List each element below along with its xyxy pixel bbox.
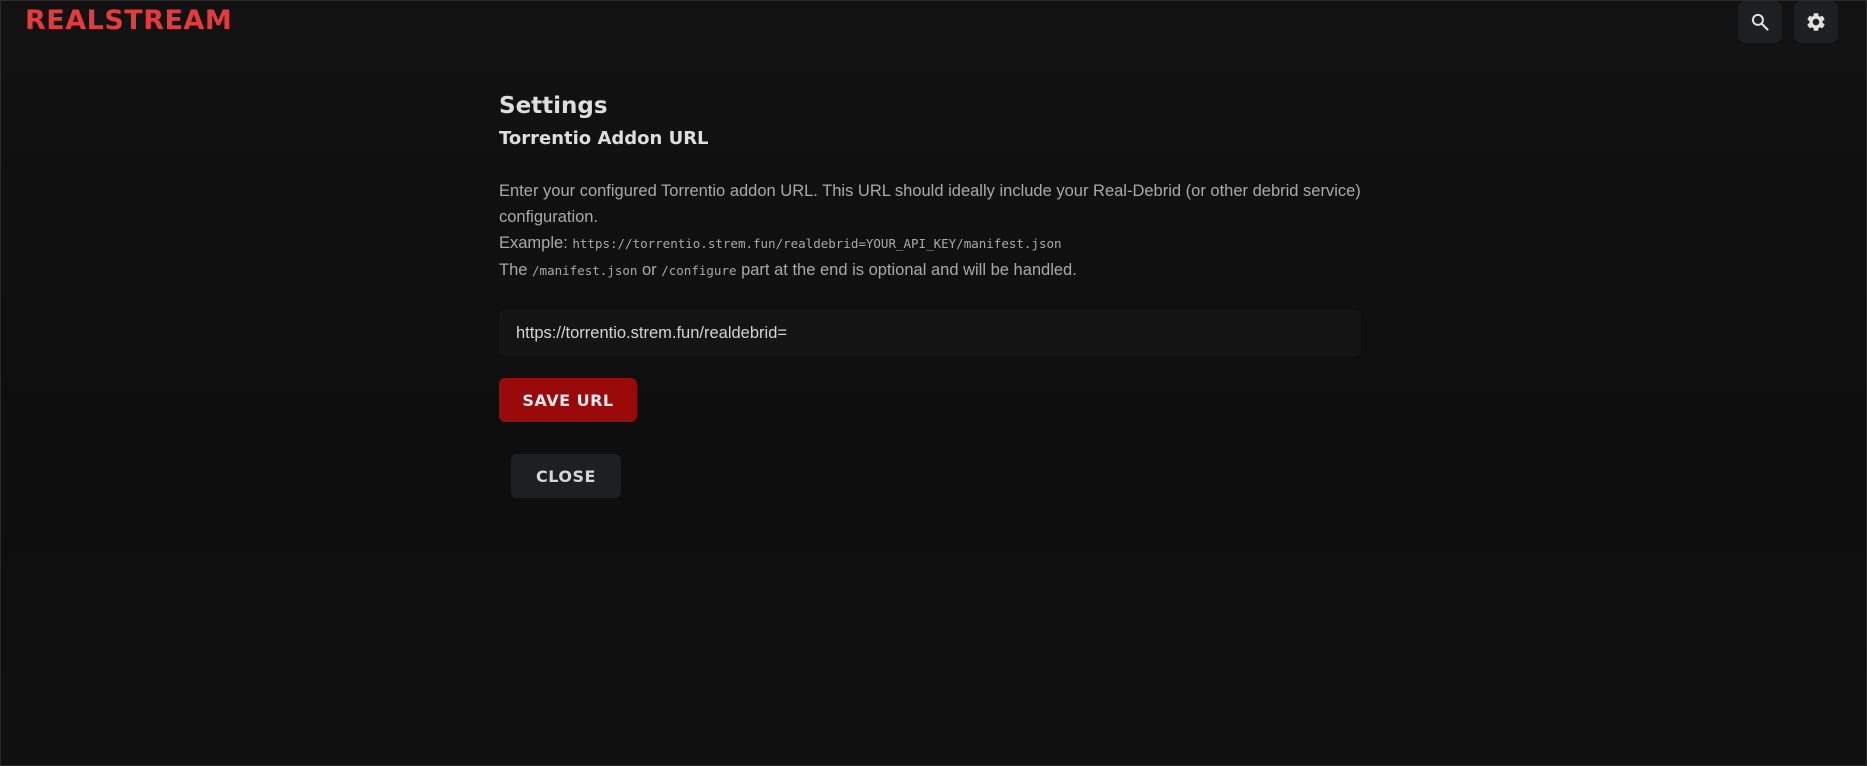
addon-description: Enter your configured Torrentio addon UR… (499, 178, 1361, 284)
note-mid: or (637, 261, 662, 279)
example-line: Example: https://torrentio.strem.fun/rea… (499, 230, 1361, 257)
app-logo[interactable]: REALSTREAM (25, 5, 232, 36)
note-suffix: part at the end is optional and will be … (736, 261, 1077, 279)
settings-button[interactable] (1794, 1, 1838, 43)
example-label: Example: (499, 234, 573, 252)
addon-url-input[interactable] (499, 310, 1361, 356)
search-button[interactable] (1738, 1, 1782, 43)
settings-panel: Settings Torrentio Addon URL Enter your … (499, 91, 1361, 498)
gear-icon (1807, 13, 1825, 31)
note-prefix: The (499, 261, 533, 279)
manifest-code: /manifest.json (532, 263, 638, 278)
example-url: https://torrentio.strem.fun/realdebrid=Y… (572, 236, 1062, 251)
note-line: The /manifest.json or /configure part at… (499, 257, 1361, 284)
configure-code: /configure (661, 263, 737, 278)
section-title: Torrentio Addon URL (499, 128, 709, 149)
save-url-button[interactable]: SAVE URL (499, 378, 637, 422)
description-text: Enter your configured Torrentio addon UR… (499, 182, 1361, 226)
close-button[interactable]: CLOSE (511, 454, 621, 498)
search-icon (1751, 13, 1769, 31)
page-title: Settings (499, 93, 608, 119)
top-bar: REALSTREAM (1, 1, 1867, 45)
app-window: REALSTREAM Settings Torrentio Addon URL … (0, 0, 1867, 766)
